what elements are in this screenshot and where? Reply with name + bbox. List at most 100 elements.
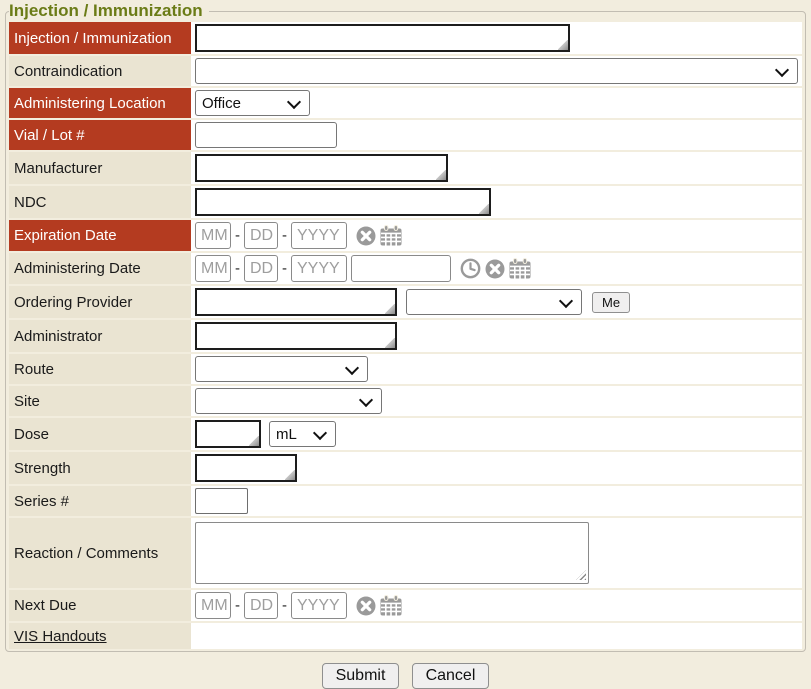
row-ordering-provider: Ordering Provider Me <box>9 286 802 320</box>
ordering-provider-input-wrap <box>195 288 397 316</box>
manufacturer-input-wrap <box>195 154 448 182</box>
dose-label: Dose <box>9 418 191 450</box>
row-manufacturer: Manufacturer <box>9 152 802 186</box>
row-series: Series # <box>9 486 802 518</box>
series-input[interactable] <box>195 488 248 514</box>
route-select[interactable] <box>195 356 368 382</box>
site-select[interactable] <box>195 388 382 414</box>
dose-unit-select[interactable]: mL <box>269 421 336 447</box>
strength-label: Strength <box>9 452 191 484</box>
expiration-clear-icon[interactable] <box>356 226 376 246</box>
administering-time-input[interactable] <box>351 255 451 282</box>
site-value-cell <box>191 386 802 416</box>
site-select-wrap <box>195 388 382 414</box>
reaction-comments-textarea[interactable] <box>195 522 589 584</box>
row-contraindication: Contraindication <box>9 56 802 88</box>
row-dose: Dose mL <box>9 418 802 452</box>
injection-input-wrap <box>195 24 570 52</box>
strength-input-wrap <box>195 454 297 482</box>
contraindication-value-cell <box>191 56 802 86</box>
contraindication-label: Contraindication <box>9 56 191 86</box>
administering-clock-icon[interactable] <box>460 258 481 279</box>
form-actions: Submit Cancel <box>0 663 811 689</box>
expiration-date-label: Expiration Date <box>9 220 191 251</box>
expiration-year-input[interactable] <box>291 222 347 249</box>
contraindication-select[interactable] <box>195 58 798 84</box>
series-label: Series # <box>9 486 191 516</box>
administering-month-input[interactable] <box>195 255 231 282</box>
dose-input-wrap <box>195 420 261 448</box>
reaction-comments-label: Reaction / Comments <box>9 518 191 588</box>
vial-lot-value-cell <box>191 120 802 150</box>
ndc-input[interactable] <box>195 188 491 216</box>
expiration-calendar-icon[interactable] <box>380 225 402 246</box>
row-reaction-comments: Reaction / Comments <box>9 518 802 590</box>
vis-handouts-value-cell <box>191 623 802 649</box>
form-title: Injection / Immunization <box>9 1 209 21</box>
administering-calendar-icon[interactable] <box>509 258 531 279</box>
injection-input[interactable] <box>195 24 570 52</box>
expiration-month-input[interactable] <box>195 222 231 249</box>
next-due-calendar-icon[interactable] <box>380 595 402 616</box>
vial-lot-label: Vial / Lot # <box>9 120 191 150</box>
row-administering-location: Administering Location Office <box>9 88 802 120</box>
row-administering-date: Administering Date -- <box>9 253 802 286</box>
ndc-input-wrap <box>195 188 491 216</box>
vis-handouts-link[interactable]: VIS Handouts <box>14 628 107 645</box>
ordering-provider-select-wrap <box>406 289 582 315</box>
vis-handouts-cell: VIS Handouts <box>9 623 191 649</box>
row-next-due: Next Due -- <box>9 590 802 623</box>
date-separator: - <box>235 260 240 277</box>
contraindication-select-wrap <box>195 58 798 84</box>
me-button[interactable]: Me <box>592 292 630 313</box>
dose-unit-select-wrap: mL <box>269 421 336 447</box>
row-ndc: NDC <box>9 186 802 220</box>
administering-date-value-cell: -- <box>191 253 802 284</box>
reaction-comments-value-cell <box>191 518 802 588</box>
next-due-clear-icon[interactable] <box>356 596 376 616</box>
vial-lot-input[interactable] <box>195 122 337 148</box>
ordering-provider-label: Ordering Provider <box>9 286 191 318</box>
date-separator: - <box>282 260 287 277</box>
row-vial-lot: Vial / Lot # <box>9 120 802 152</box>
strength-value-cell <box>191 452 802 484</box>
administering-location-value-cell: Office <box>191 88 802 118</box>
administrator-label: Administrator <box>9 320 191 352</box>
route-select-wrap <box>195 356 368 382</box>
date-separator: - <box>235 227 240 244</box>
ndc-label: NDC <box>9 186 191 218</box>
strength-input[interactable] <box>195 454 297 482</box>
expiration-day-input[interactable] <box>244 222 278 249</box>
injection-value-cell <box>191 22 802 54</box>
ordering-provider-select[interactable] <box>406 289 582 315</box>
series-value-cell <box>191 486 802 516</box>
administrator-input[interactable] <box>195 322 397 350</box>
site-label: Site <box>9 386 191 416</box>
ordering-provider-value-cell: Me <box>191 286 802 318</box>
cancel-button[interactable]: Cancel <box>412 663 490 689</box>
route-label: Route <box>9 354 191 384</box>
ndc-value-cell <box>191 186 802 218</box>
administering-clear-icon[interactable] <box>485 259 505 279</box>
administering-location-select-wrap: Office <box>195 90 310 116</box>
dose-input[interactable] <box>195 420 261 448</box>
next-due-year-input[interactable] <box>291 592 347 619</box>
administering-day-input[interactable] <box>244 255 278 282</box>
administering-location-label: Administering Location <box>9 88 191 118</box>
manufacturer-input[interactable] <box>195 154 448 182</box>
reaction-textarea-wrap <box>195 522 589 584</box>
submit-button[interactable]: Submit <box>322 663 400 689</box>
administering-location-select[interactable]: Office <box>195 90 310 116</box>
row-administrator: Administrator <box>9 320 802 354</box>
row-expiration-date: Expiration Date -- <box>9 220 802 253</box>
manufacturer-label: Manufacturer <box>9 152 191 184</box>
injection-immunization-form: Injection / Immunization Injection / Imm… <box>5 1 806 652</box>
next-due-day-input[interactable] <box>244 592 278 619</box>
injection-label: Injection / Immunization <box>9 22 191 54</box>
row-site: Site <box>9 386 802 418</box>
next-due-month-input[interactable] <box>195 592 231 619</box>
row-vis-handouts: VIS Handouts <box>9 623 802 649</box>
administering-year-input[interactable] <box>291 255 347 282</box>
row-injection: Injection / Immunization <box>9 22 802 56</box>
ordering-provider-input[interactable] <box>195 288 397 316</box>
